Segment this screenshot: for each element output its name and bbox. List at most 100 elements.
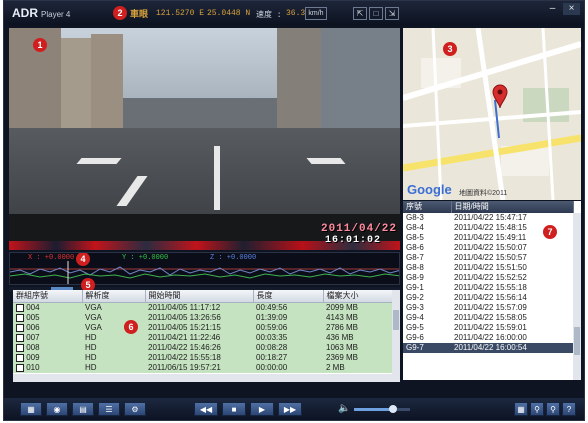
close-button[interactable]: ×	[563, 3, 580, 15]
video-date: 2011/04/22	[321, 223, 398, 235]
file-cell: 4143 MB	[323, 313, 392, 323]
file-cell: 00:49:56	[253, 302, 323, 313]
volume-fill	[354, 408, 394, 411]
file-cell: 00:59:06	[253, 323, 323, 333]
open-folder-icon[interactable]: ▦	[20, 402, 42, 416]
file-cell: 006	[13, 323, 82, 333]
scrollbar-thumb[interactable]	[393, 310, 399, 330]
play-icon[interactable]: ▶	[250, 402, 274, 416]
file-cell: 2011/04/05 13:26:56	[145, 313, 253, 323]
expand-icon[interactable]: ⇱	[353, 7, 367, 20]
file-cell: 2011/04/22 15:46:26	[145, 343, 253, 353]
file-cell: 2369 MB	[323, 353, 392, 363]
file-cell: 008	[13, 343, 82, 353]
file-cell: HD	[82, 353, 145, 363]
gps-row[interactable]: G8-9 2011/04/22 15:52:52	[403, 273, 573, 283]
rewind-icon[interactable]: ◀◀	[194, 402, 218, 416]
file-cell: 00:18:27	[253, 353, 323, 363]
map-attribution: 地圖資料©2011	[459, 190, 508, 197]
file-row[interactable]: 008 HD 2011/04/22 15:46:26 00:08:28 1063…	[13, 343, 392, 353]
building	[61, 38, 91, 138]
file-cell: HD	[82, 363, 145, 373]
file-list-hscrollbar[interactable]	[13, 374, 400, 382]
file-cell: 436 MB	[323, 333, 392, 343]
app-logo: ADR Player 4	[12, 6, 70, 20]
file-row[interactable]: 009 HD 2011/04/22 15:55:18 00:18:27 2369…	[13, 353, 392, 363]
volume-slider[interactable]	[354, 405, 410, 413]
zoom-icon[interactable]: ⚲	[530, 402, 544, 416]
fullscreen-icon[interactable]: ⇲	[385, 7, 399, 20]
video-viewport[interactable]: 2011/04/22 16:01:02 1	[9, 28, 400, 250]
camera-icon[interactable]: ◉	[46, 402, 68, 416]
minimize-button[interactable]: –	[544, 3, 561, 15]
print-icon[interactable]: ▤	[72, 402, 94, 416]
file-cell: 1063 MB	[323, 343, 392, 353]
gps-table: 序號 日期/時間 G8-3 2011/04/22 15:47:17 G8-4 201…	[403, 201, 574, 353]
window-icon[interactable]: □	[369, 7, 383, 20]
gps-row[interactable]: G9-3 2011/04/22 15:57:09	[403, 303, 573, 313]
file-row[interactable]: 006 VGA 2011/04/05 15:21:15 00:59:06 278…	[13, 323, 392, 333]
map-panel[interactable]: 3 Google 地圖資料©2011	[403, 28, 581, 200]
file-table: 群組序號 解析度 開始時間 長度 檔案大小 004 VGA 2011/04/05…	[13, 290, 392, 373]
column-start-time[interactable]: 開始時間	[145, 290, 254, 303]
file-cell: 2011/06/15 19:57:21	[145, 363, 253, 373]
column-sequence[interactable]: 序號	[403, 201, 452, 213]
gps-row[interactable]: G8-7 2011/04/22 15:50:57	[403, 253, 573, 263]
volume-knob[interactable]	[389, 405, 398, 413]
file-cell: 2011/04/21 11:22:46	[145, 333, 253, 343]
gps-row[interactable]: G8-6 2011/04/22 15:50:07	[403, 243, 573, 253]
row-checkbox[interactable]	[16, 343, 24, 352]
layout-icon[interactable]: ▦	[514, 402, 528, 416]
file-cell: 2011/04/22 15:55:18	[145, 353, 253, 363]
row-checkbox[interactable]	[16, 363, 24, 372]
row-checkbox[interactable]	[16, 313, 24, 322]
stop-icon[interactable]: ■	[222, 402, 246, 416]
list-icon[interactable]: ☰	[98, 402, 120, 416]
video-road	[9, 128, 400, 218]
gps-table-header: 序號 日期/時間	[403, 201, 574, 213]
gps-row[interactable]: G9-6 2011/04/22 16:00:00	[403, 333, 573, 343]
column-datetime[interactable]: 日期/時間	[451, 201, 574, 213]
search-icon[interactable]: ⚲	[546, 402, 560, 416]
column-file-size[interactable]: 檔案大小	[323, 290, 392, 303]
file-row[interactable]: 004 VGA 2011/04/05 11:17:12 00:49:56 209…	[13, 302, 392, 313]
row-checkbox[interactable]	[16, 323, 24, 332]
column-group-number[interactable]: 群組序號	[13, 290, 83, 303]
row-checkbox[interactable]	[16, 303, 24, 312]
gps-row[interactable]: G8-8 2011/04/22 15:51:50	[403, 263, 573, 273]
file-list-scrollbar[interactable]	[392, 290, 400, 374]
file-cell: HD	[82, 343, 145, 353]
fast-forward-icon[interactable]: ▶▶	[278, 402, 302, 416]
gps-list-scrollbar[interactable]	[573, 213, 581, 380]
building	[91, 34, 123, 138]
gps-row-selected[interactable]: G9-7 2011/04/22 16:00:54	[403, 343, 573, 353]
video-time: 16:01:02	[325, 235, 382, 246]
app-title: ADR	[12, 6, 38, 20]
gps-row[interactable]: G9-5 2011/04/22 15:59:01	[403, 323, 573, 333]
help-icon[interactable]: ?	[562, 402, 576, 416]
control-bar: ▦ ◉ ▤ ☰ ⚙ ◀◀ ■ ▶ ▶▶ 🔈 ▦ ⚲ ⚲ ?	[4, 398, 584, 420]
file-row[interactable]: 005 VGA 2011/04/05 13:26:56 01:39:09 414…	[13, 313, 392, 323]
building	[277, 28, 321, 138]
gps-row[interactable]: G9-4 2011/04/22 15:58:05	[403, 313, 573, 323]
gps-row[interactable]: G9-1 2011/04/22 15:55:18	[403, 283, 573, 293]
file-row[interactable]: 007 HD 2011/04/21 11:22:46 00:03:35 436 …	[13, 333, 392, 343]
column-resolution[interactable]: 解析度	[82, 290, 146, 303]
latitude-readout: 25.0448 N	[207, 9, 251, 18]
row-checkbox[interactable]	[16, 333, 24, 342]
title-bar: ADR Player 4 2 車眼 121.5270 E 25.0448 N 速度…	[4, 1, 584, 25]
callout-badge: 2	[113, 6, 127, 20]
file-cell: 01:39:09	[253, 313, 323, 323]
column-length[interactable]: 長度	[253, 290, 324, 303]
row-checkbox[interactable]	[16, 353, 24, 362]
gear-icon[interactable]: ⚙	[124, 402, 146, 416]
gps-row[interactable]: G8-3 2011/04/22 15:47:17	[403, 213, 573, 223]
lane-arrow	[76, 158, 122, 164]
gsensor-graph: X : +0.0000 Y : +0.0000 Z : +0.0000 4	[9, 252, 400, 285]
file-row[interactable]: 010 HD 2011/06/15 19:57:21 00:00:00 2 MB	[13, 363, 392, 373]
speaker-icon[interactable]: 🔈	[338, 403, 350, 414]
map-provider-logo: Google	[407, 182, 452, 197]
gps-row[interactable]: G9-2 2011/04/22 15:56:14	[403, 293, 573, 303]
speed-unit[interactable]: km/h	[305, 7, 327, 20]
scrollbar-thumb[interactable]	[574, 327, 580, 355]
